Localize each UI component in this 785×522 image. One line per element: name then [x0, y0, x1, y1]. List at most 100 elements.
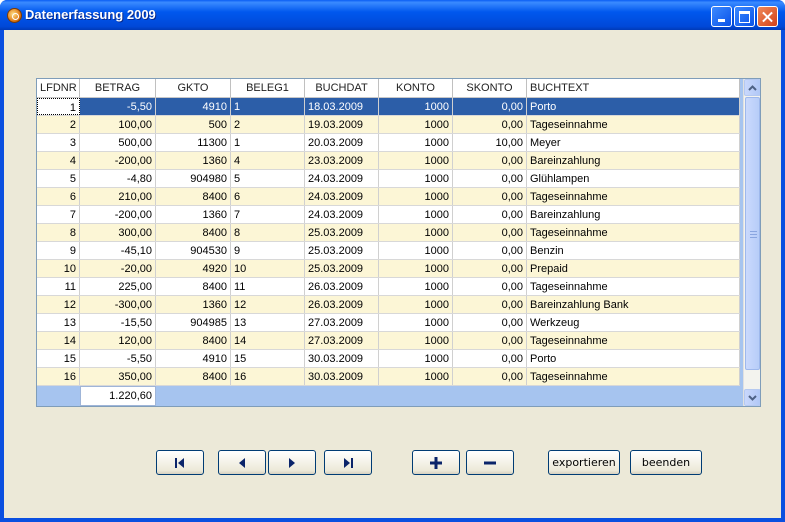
table-row[interactable]: 9 -45,10 904530 9 25.03.2009 1000 0,00 Benzin	[37, 242, 740, 260]
cell-buchdat[interactable]: 24.03.2009	[305, 206, 379, 223]
table-row[interactable]: 8 300,00 8400 8 25.03.2009 1000 0,00 Tageseinna…	[37, 224, 740, 242]
cell-buchdat[interactable]: 27.03.2009	[305, 314, 379, 331]
cell-konto[interactable]: 1000	[379, 278, 453, 295]
cell-skonto[interactable]: 0,00	[453, 332, 527, 349]
cell-konto[interactable]: 1000	[379, 332, 453, 349]
column-header-buchdat[interactable]: BUCHDAT	[305, 79, 379, 97]
cell-betrag[interactable]: -45,10	[80, 242, 156, 259]
export-button[interactable]: exportieren	[548, 450, 620, 475]
cell-lfdnr[interactable]: 5	[37, 170, 80, 187]
vertical-scrollbar[interactable]	[743, 79, 760, 406]
cell-buchdat[interactable]: 26.03.2009	[305, 278, 379, 295]
cell-lfdnr[interactable]: 1	[37, 98, 80, 115]
cell-gkto[interactable]: 4910	[156, 350, 231, 367]
scroll-thumb[interactable]	[745, 97, 760, 370]
cell-betrag[interactable]: 350,00	[80, 368, 156, 385]
cell-skonto[interactable]: 0,00	[453, 170, 527, 187]
cell-beleg1[interactable]: 6	[231, 188, 305, 205]
cell-gkto[interactable]: 904985	[156, 314, 231, 331]
cell-gkto[interactable]: 904530	[156, 242, 231, 259]
column-header-beleg1[interactable]: BELEG1	[231, 79, 305, 97]
cell-gkto[interactable]: 1360	[156, 296, 231, 313]
cell-gkto[interactable]: 500	[156, 116, 231, 133]
cell-konto[interactable]: 1000	[379, 98, 453, 115]
cell-konto[interactable]: 1000	[379, 152, 453, 169]
scroll-down-button[interactable]	[744, 389, 760, 406]
cell-beleg1[interactable]: 13	[231, 314, 305, 331]
cell-buchtext[interactable]: Prepaid	[527, 260, 740, 277]
table-row[interactable]: 4 -200,00 1360 4 23.03.2009 1000 0,00 Bareinzah…	[37, 152, 740, 170]
cell-lfdnr[interactable]: 10	[37, 260, 80, 277]
cell-betrag[interactable]: 120,00	[80, 332, 156, 349]
cell-betrag[interactable]: -5,50	[80, 350, 156, 367]
cell-beleg1[interactable]: 9	[231, 242, 305, 259]
cell-konto[interactable]: 1000	[379, 314, 453, 331]
cell-buchtext[interactable]: Tageseinnahme	[527, 278, 740, 295]
cell-lfdnr[interactable]: 14	[37, 332, 80, 349]
cell-buchdat[interactable]: 18.03.2009	[305, 98, 379, 115]
cell-buchtext[interactable]: Bareinzahlung	[527, 152, 740, 169]
cell-lfdnr[interactable]: 6	[37, 188, 80, 205]
cell-buchtext[interactable]: Bareinzahlung Bank	[527, 296, 740, 313]
cell-buchdat[interactable]: 25.03.2009	[305, 260, 379, 277]
cell-konto[interactable]: 1000	[379, 242, 453, 259]
cell-beleg1[interactable]: 16	[231, 368, 305, 385]
previous-record-button[interactable]	[218, 450, 266, 475]
cell-buchtext[interactable]: Tageseinnahme	[527, 116, 740, 133]
cell-buchtext[interactable]: Tageseinnahme	[527, 368, 740, 385]
cell-buchdat[interactable]: 24.03.2009	[305, 188, 379, 205]
last-record-button[interactable]	[324, 450, 372, 475]
cell-skonto[interactable]: 0,00	[453, 206, 527, 223]
cell-lfdnr[interactable]: 8	[37, 224, 80, 241]
delete-record-button[interactable]	[466, 450, 514, 475]
cell-buchtext[interactable]: Tageseinnahme	[527, 224, 740, 241]
cell-skonto[interactable]: 0,00	[453, 116, 527, 133]
cell-skonto[interactable]: 10,00	[453, 134, 527, 151]
cell-beleg1[interactable]: 1	[231, 98, 305, 115]
cell-skonto[interactable]: 0,00	[453, 242, 527, 259]
cell-gkto[interactable]: 1360	[156, 152, 231, 169]
table-row[interactable]: 13 -15,50 904985 13 27.03.2009 1000 0,00 Werkze…	[37, 314, 740, 332]
cell-buchdat[interactable]: 24.03.2009	[305, 170, 379, 187]
cell-betrag[interactable]: -5,50	[80, 98, 156, 115]
cell-skonto[interactable]: 0,00	[453, 278, 527, 295]
cell-beleg1[interactable]: 12	[231, 296, 305, 313]
cell-beleg1[interactable]: 2	[231, 116, 305, 133]
cell-buchdat[interactable]: 25.03.2009	[305, 242, 379, 259]
cell-betrag[interactable]: -300,00	[80, 296, 156, 313]
cell-beleg1[interactable]: 14	[231, 332, 305, 349]
cell-betrag[interactable]: -200,00	[80, 152, 156, 169]
cell-gkto[interactable]: 1360	[156, 206, 231, 223]
cell-gkto[interactable]: 8400	[156, 368, 231, 385]
table-row[interactable]: 3 500,00 11300 1 20.03.2009 1000 10,00 Meyer	[37, 134, 740, 152]
cell-betrag[interactable]: 300,00	[80, 224, 156, 241]
data-grid[interactable]: LFDNR BETRAG GKTO BELEG1 BUCHDAT KONTO S…	[36, 78, 761, 407]
cell-skonto[interactable]: 0,00	[453, 98, 527, 115]
cell-betrag[interactable]: 210,00	[80, 188, 156, 205]
cell-gkto[interactable]: 4920	[156, 260, 231, 277]
cell-konto[interactable]: 1000	[379, 188, 453, 205]
next-record-button[interactable]	[268, 450, 316, 475]
cell-konto[interactable]: 1000	[379, 350, 453, 367]
cell-buchdat[interactable]: 26.03.2009	[305, 296, 379, 313]
title-bar[interactable]: Datenerfassung 2009	[0, 0, 785, 30]
cell-skonto[interactable]: 0,00	[453, 152, 527, 169]
table-row[interactable]: 15 -5,50 4910 15 30.03.2009 1000 0,00 Porto	[37, 350, 740, 368]
cell-beleg1[interactable]: 1	[231, 134, 305, 151]
cell-buchtext[interactable]: Tageseinnahme	[527, 188, 740, 205]
cell-buchtext[interactable]: Glühlampen	[527, 170, 740, 187]
table-row[interactable]: 2 100,00 500 2 19.03.2009 1000 0,00 Tageseinnah…	[37, 116, 740, 134]
table-row[interactable]: 11 225,00 8400 11 26.03.2009 1000 0,00 Tagesein…	[37, 278, 740, 296]
cell-buchtext[interactable]: Bareinzahlung	[527, 206, 740, 223]
cell-buchdat[interactable]: 19.03.2009	[305, 116, 379, 133]
cell-skonto[interactable]: 0,00	[453, 368, 527, 385]
table-row[interactable]: 7 -200,00 1360 7 24.03.2009 1000 0,00 Bareinzah…	[37, 206, 740, 224]
cell-lfdnr[interactable]: 4	[37, 152, 80, 169]
cell-betrag[interactable]: -200,00	[80, 206, 156, 223]
cell-lfdnr[interactable]: 13	[37, 314, 80, 331]
cell-konto[interactable]: 1000	[379, 296, 453, 313]
cell-buchdat[interactable]: 25.03.2009	[305, 224, 379, 241]
cell-beleg1[interactable]: 10	[231, 260, 305, 277]
app-icon[interactable]	[7, 8, 22, 23]
cell-beleg1[interactable]: 4	[231, 152, 305, 169]
